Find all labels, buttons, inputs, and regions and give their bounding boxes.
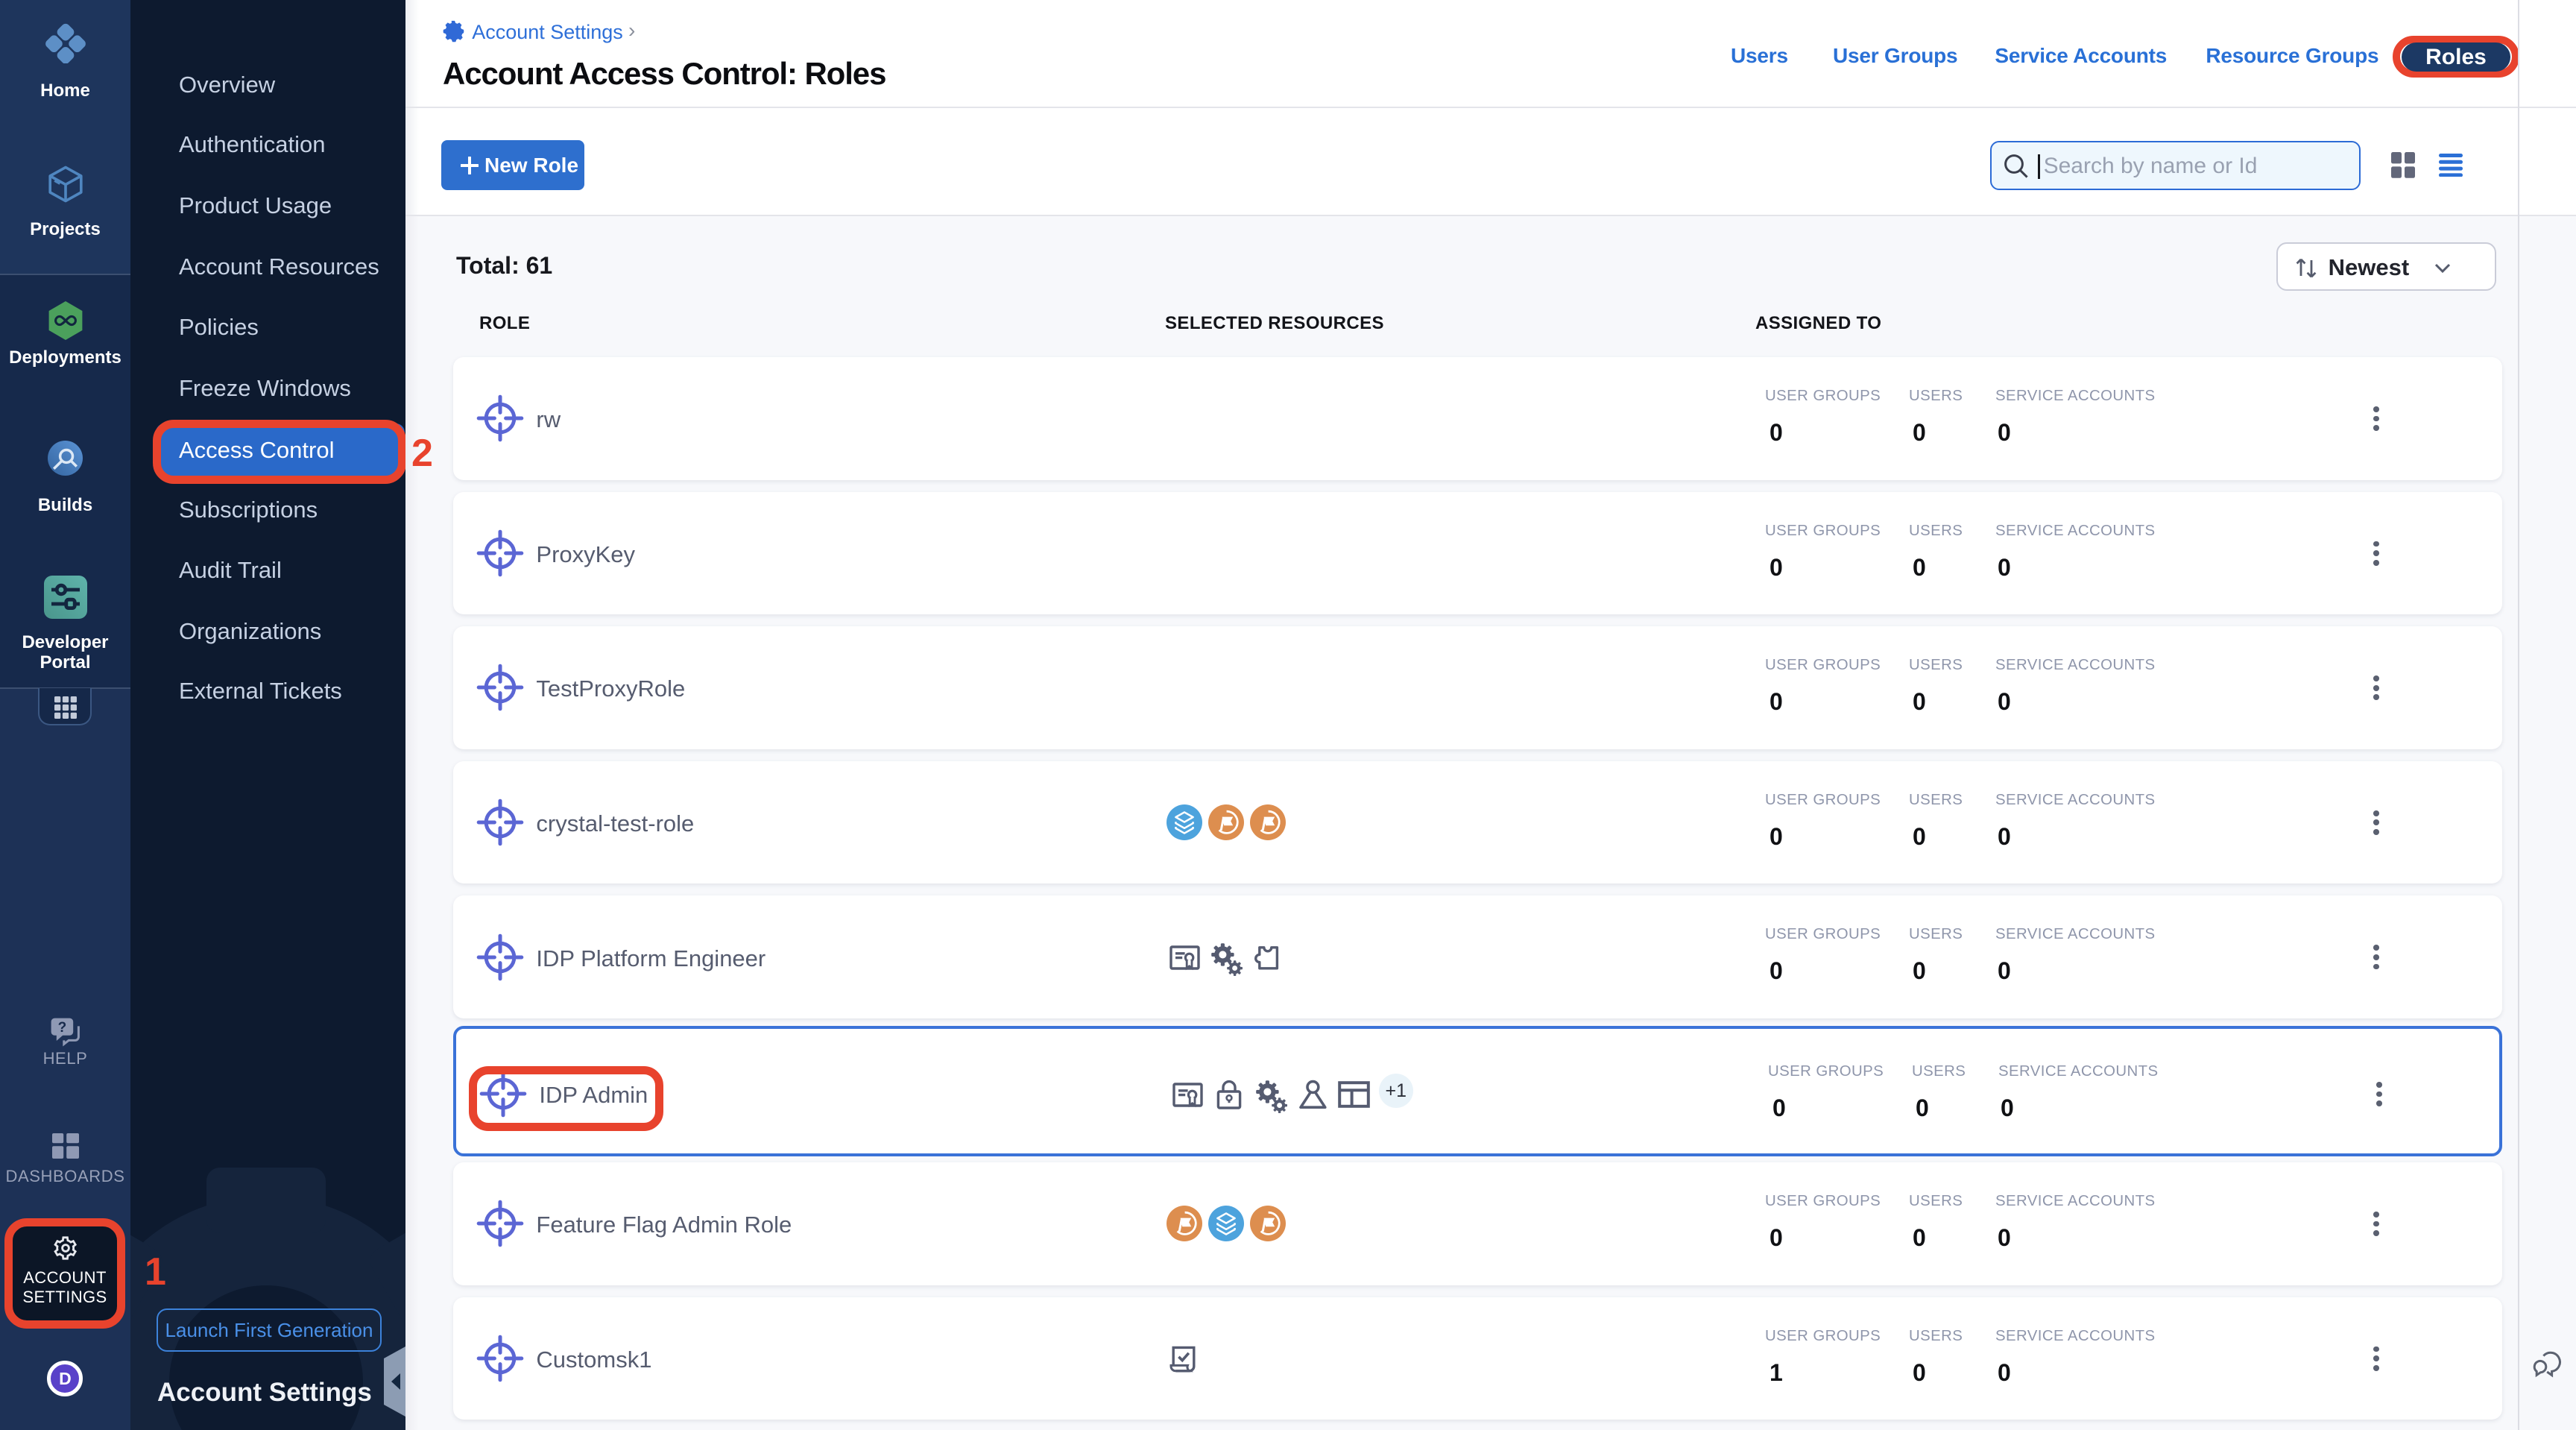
svg-text:?: ?	[58, 1020, 67, 1036]
